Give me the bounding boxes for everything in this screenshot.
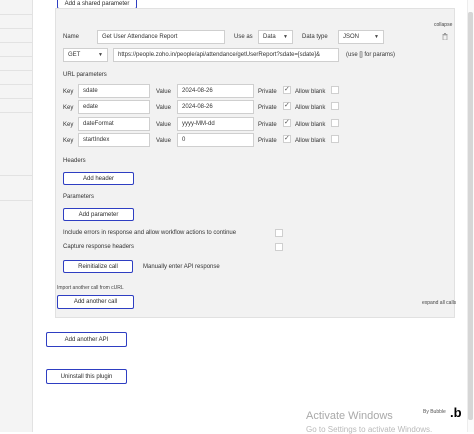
param-value-label: Value (156, 138, 171, 144)
expand-all-calls-link[interactable]: expand all calls (422, 300, 456, 306)
bubble-logo-icon: .b (450, 405, 462, 420)
url-hint: (use [] for params) (346, 52, 396, 58)
param-private-label: Private (258, 89, 277, 95)
sidebar-divider (0, 28, 32, 29)
manually-enter-response-link[interactable]: Manually enter API response (143, 264, 220, 270)
param-allow-blank-label: Allow blank (295, 89, 326, 95)
param-value-input[interactable]: 2024-08-26 (177, 100, 254, 114)
activate-windows-subtitle: Go to Settings to activate Windows. (306, 425, 433, 434)
sidebar-divider (0, 175, 32, 176)
param-key-label: Key (63, 122, 74, 128)
private-checkbox[interactable] (283, 118, 291, 127)
param-key-input[interactable]: sdate (78, 84, 150, 98)
include-errors-checkbox[interactable] (275, 229, 283, 237)
param-key-input[interactable]: startIndex (78, 133, 150, 147)
sidebar-divider (0, 56, 32, 57)
headers-label: Headers (63, 158, 86, 164)
use-as-dropdown[interactable]: Data ▼ (258, 30, 293, 44)
add-parameter-button[interactable]: Add parameter (63, 208, 134, 221)
trash-icon[interactable] (442, 33, 448, 40)
chevron-down-icon: ▼ (283, 34, 288, 40)
param-value-label: Value (156, 122, 171, 128)
param-key-label: Key (63, 105, 74, 111)
sidebar-divider (0, 200, 32, 201)
data-type-label: Data type (302, 34, 328, 40)
sidebar-divider (0, 112, 32, 113)
param-private-label: Private (258, 105, 277, 111)
allow-blank-checkbox[interactable] (331, 135, 339, 143)
param-private-label: Private (258, 138, 277, 144)
chevron-down-icon: ▼ (98, 52, 103, 58)
capture-headers-checkbox[interactable] (275, 243, 283, 251)
param-key-label: Key (63, 138, 74, 144)
left-sidebar (0, 0, 33, 432)
sidebar-divider (0, 84, 32, 85)
collapse-link[interactable]: collapse (434, 22, 452, 28)
private-checkbox[interactable] (283, 134, 291, 143)
uninstall-plugin-button[interactable]: Uninstall this plugin (46, 369, 127, 384)
use-as-label: Use as (234, 34, 253, 40)
import-curl-link[interactable]: Import another call from cURL (57, 285, 124, 291)
include-errors-label: Include errors in response and allow wor… (63, 230, 237, 236)
sidebar-divider (0, 42, 32, 43)
use-as-value: Data (263, 34, 276, 40)
url-parameters-label: URL parameters (63, 72, 107, 78)
param-key-label: Key (63, 89, 74, 95)
sidebar-divider (0, 70, 32, 71)
allow-blank-checkbox[interactable] (331, 119, 339, 127)
method-value: GET (68, 52, 81, 58)
allow-blank-checkbox[interactable] (331, 102, 339, 110)
url-input[interactable]: https://people.zoho.in/people/api/attend… (113, 48, 339, 62)
add-header-button[interactable]: Add header (63, 172, 134, 185)
private-checkbox[interactable] (283, 85, 291, 94)
chevron-down-icon: ▼ (374, 34, 379, 40)
data-type-value: JSON (343, 34, 360, 40)
capture-headers-label: Capture response headers (63, 244, 135, 250)
activate-windows-title: Activate Windows (306, 410, 393, 422)
parameters-label: Parameters (63, 194, 95, 200)
param-value-label: Value (156, 105, 171, 111)
sidebar-divider (0, 98, 32, 99)
param-private-label: Private (258, 122, 277, 128)
param-allow-blank-label: Allow blank (295, 105, 326, 111)
param-key-input[interactable]: edate (78, 100, 150, 114)
allow-blank-checkbox[interactable] (331, 86, 339, 94)
private-checkbox[interactable] (283, 101, 291, 110)
scrollbar-thumb[interactable] (468, 12, 473, 420)
param-allow-blank-label: Allow blank (295, 138, 326, 144)
sidebar-divider (0, 14, 32, 15)
call-name-input[interactable]: Get User Attendance Report (97, 30, 225, 44)
data-type-dropdown[interactable]: JSON ▼ (338, 30, 384, 44)
by-bubble-label: By Bubble (423, 409, 446, 415)
param-value-label: Value (156, 89, 171, 95)
param-value-input[interactable]: yyyy-MM-dd (177, 117, 254, 131)
reinitialize-call-button[interactable]: Reinitialize call (63, 260, 133, 273)
param-key-input[interactable]: dateFormat (78, 117, 150, 131)
param-value-input[interactable]: 2024-08-26 (177, 84, 254, 98)
name-label: Name (63, 34, 80, 40)
method-dropdown[interactable]: GET ▼ (63, 48, 108, 62)
param-allow-blank-label: Allow blank (295, 122, 326, 128)
param-value-input[interactable]: 0 (177, 133, 254, 147)
add-another-call-button[interactable]: Add another call (57, 295, 134, 309)
add-another-api-button[interactable]: Add another API (46, 332, 127, 347)
